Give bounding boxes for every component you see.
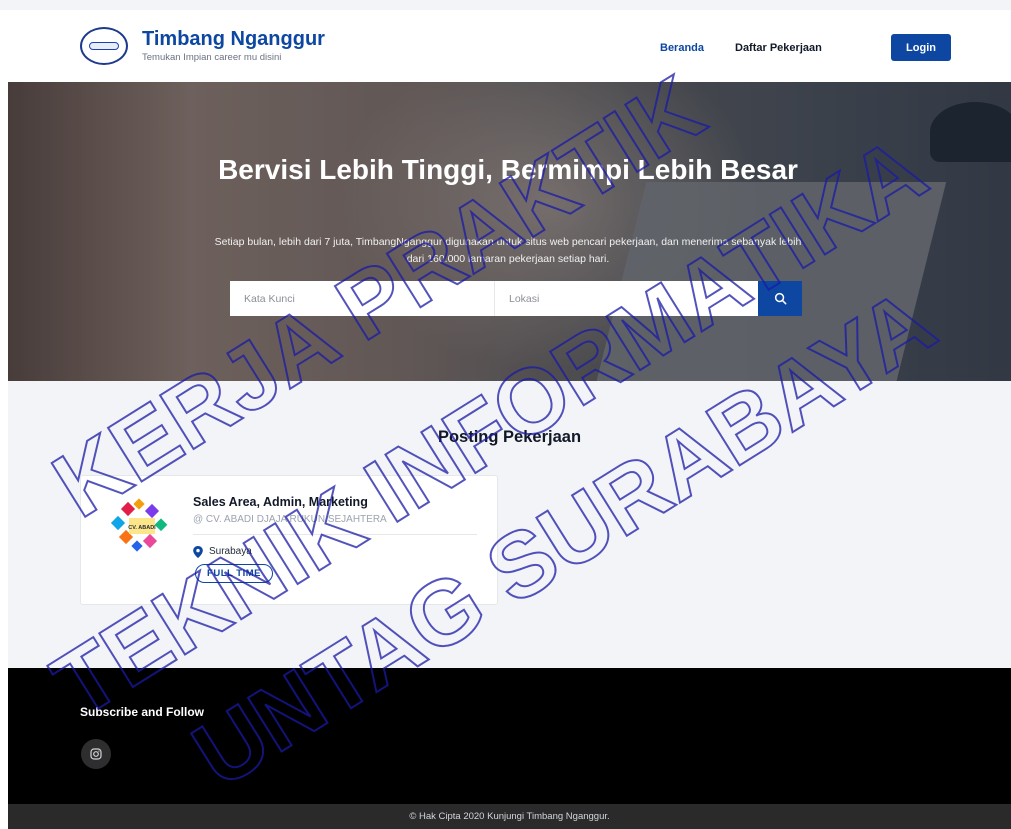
- login-button[interactable]: Login: [891, 34, 951, 61]
- copyright-bar: © Hak Cipta 2020 Kunjungi Timbang Ngangg…: [8, 804, 1011, 829]
- jobs-section: Posting Pekerjaan CV. ABADI Sales Area, …: [8, 381, 1011, 668]
- site-footer: Subscribe and Follow: [8, 668, 1011, 804]
- nav-link-jobs[interactable]: Daftar Pekerjaan: [735, 42, 822, 54]
- keyword-input[interactable]: [230, 281, 494, 316]
- instagram-link[interactable]: [81, 739, 111, 769]
- map-pin-icon: [193, 546, 203, 558]
- job-divider: [193, 534, 477, 535]
- job-company: @ CV. ABADI DJAJA RUKUN SEJAHTERA: [193, 514, 387, 525]
- brand-tagline: Temukan Impian career mu disini: [142, 52, 282, 63]
- job-type-badge: FULL TIME: [195, 564, 273, 583]
- footer-title: Subscribe and Follow: [80, 705, 205, 719]
- brand-title[interactable]: Timbang Nganggur: [142, 28, 325, 51]
- hero-title: Bervisi Lebih Tinggi, Bermimpi Lebih Bes…: [218, 154, 798, 185]
- location-input[interactable]: [494, 281, 758, 316]
- brand-logo[interactable]: [80, 27, 128, 65]
- logo-mark: [89, 42, 119, 50]
- hero-subtitle: Setiap bulan, lebih dari 7 juta, Timbang…: [214, 236, 802, 265]
- section-title: Posting Pekerjaan: [437, 428, 582, 446]
- nav-link-home[interactable]: Beranda: [660, 42, 704, 54]
- top-strip: [0, 0, 1011, 10]
- site-header: Timbang Nganggur Temukan Impian career m…: [8, 10, 1011, 82]
- job-card[interactable]: CV. ABADI Sales Area, Admin, Marketing @…: [80, 475, 498, 605]
- hero-banner: Bervisi Lebih Tinggi, Bermimpi Lebih Bes…: [8, 82, 1011, 381]
- job-location: Surabaya: [209, 546, 252, 557]
- search-button[interactable]: [758, 281, 802, 316]
- hero-overlay: [8, 82, 1011, 381]
- job-title[interactable]: Sales Area, Admin, Marketing: [193, 495, 368, 509]
- instagram-icon: [90, 748, 102, 760]
- svg-text:CV. ABADI: CV. ABADI: [128, 525, 156, 531]
- search-icon: [774, 292, 786, 305]
- company-logo: CV. ABADI: [110, 498, 168, 552]
- copyright-text: © Hak Cipta 2020 Kunjungi Timbang Ngangg…: [409, 811, 610, 822]
